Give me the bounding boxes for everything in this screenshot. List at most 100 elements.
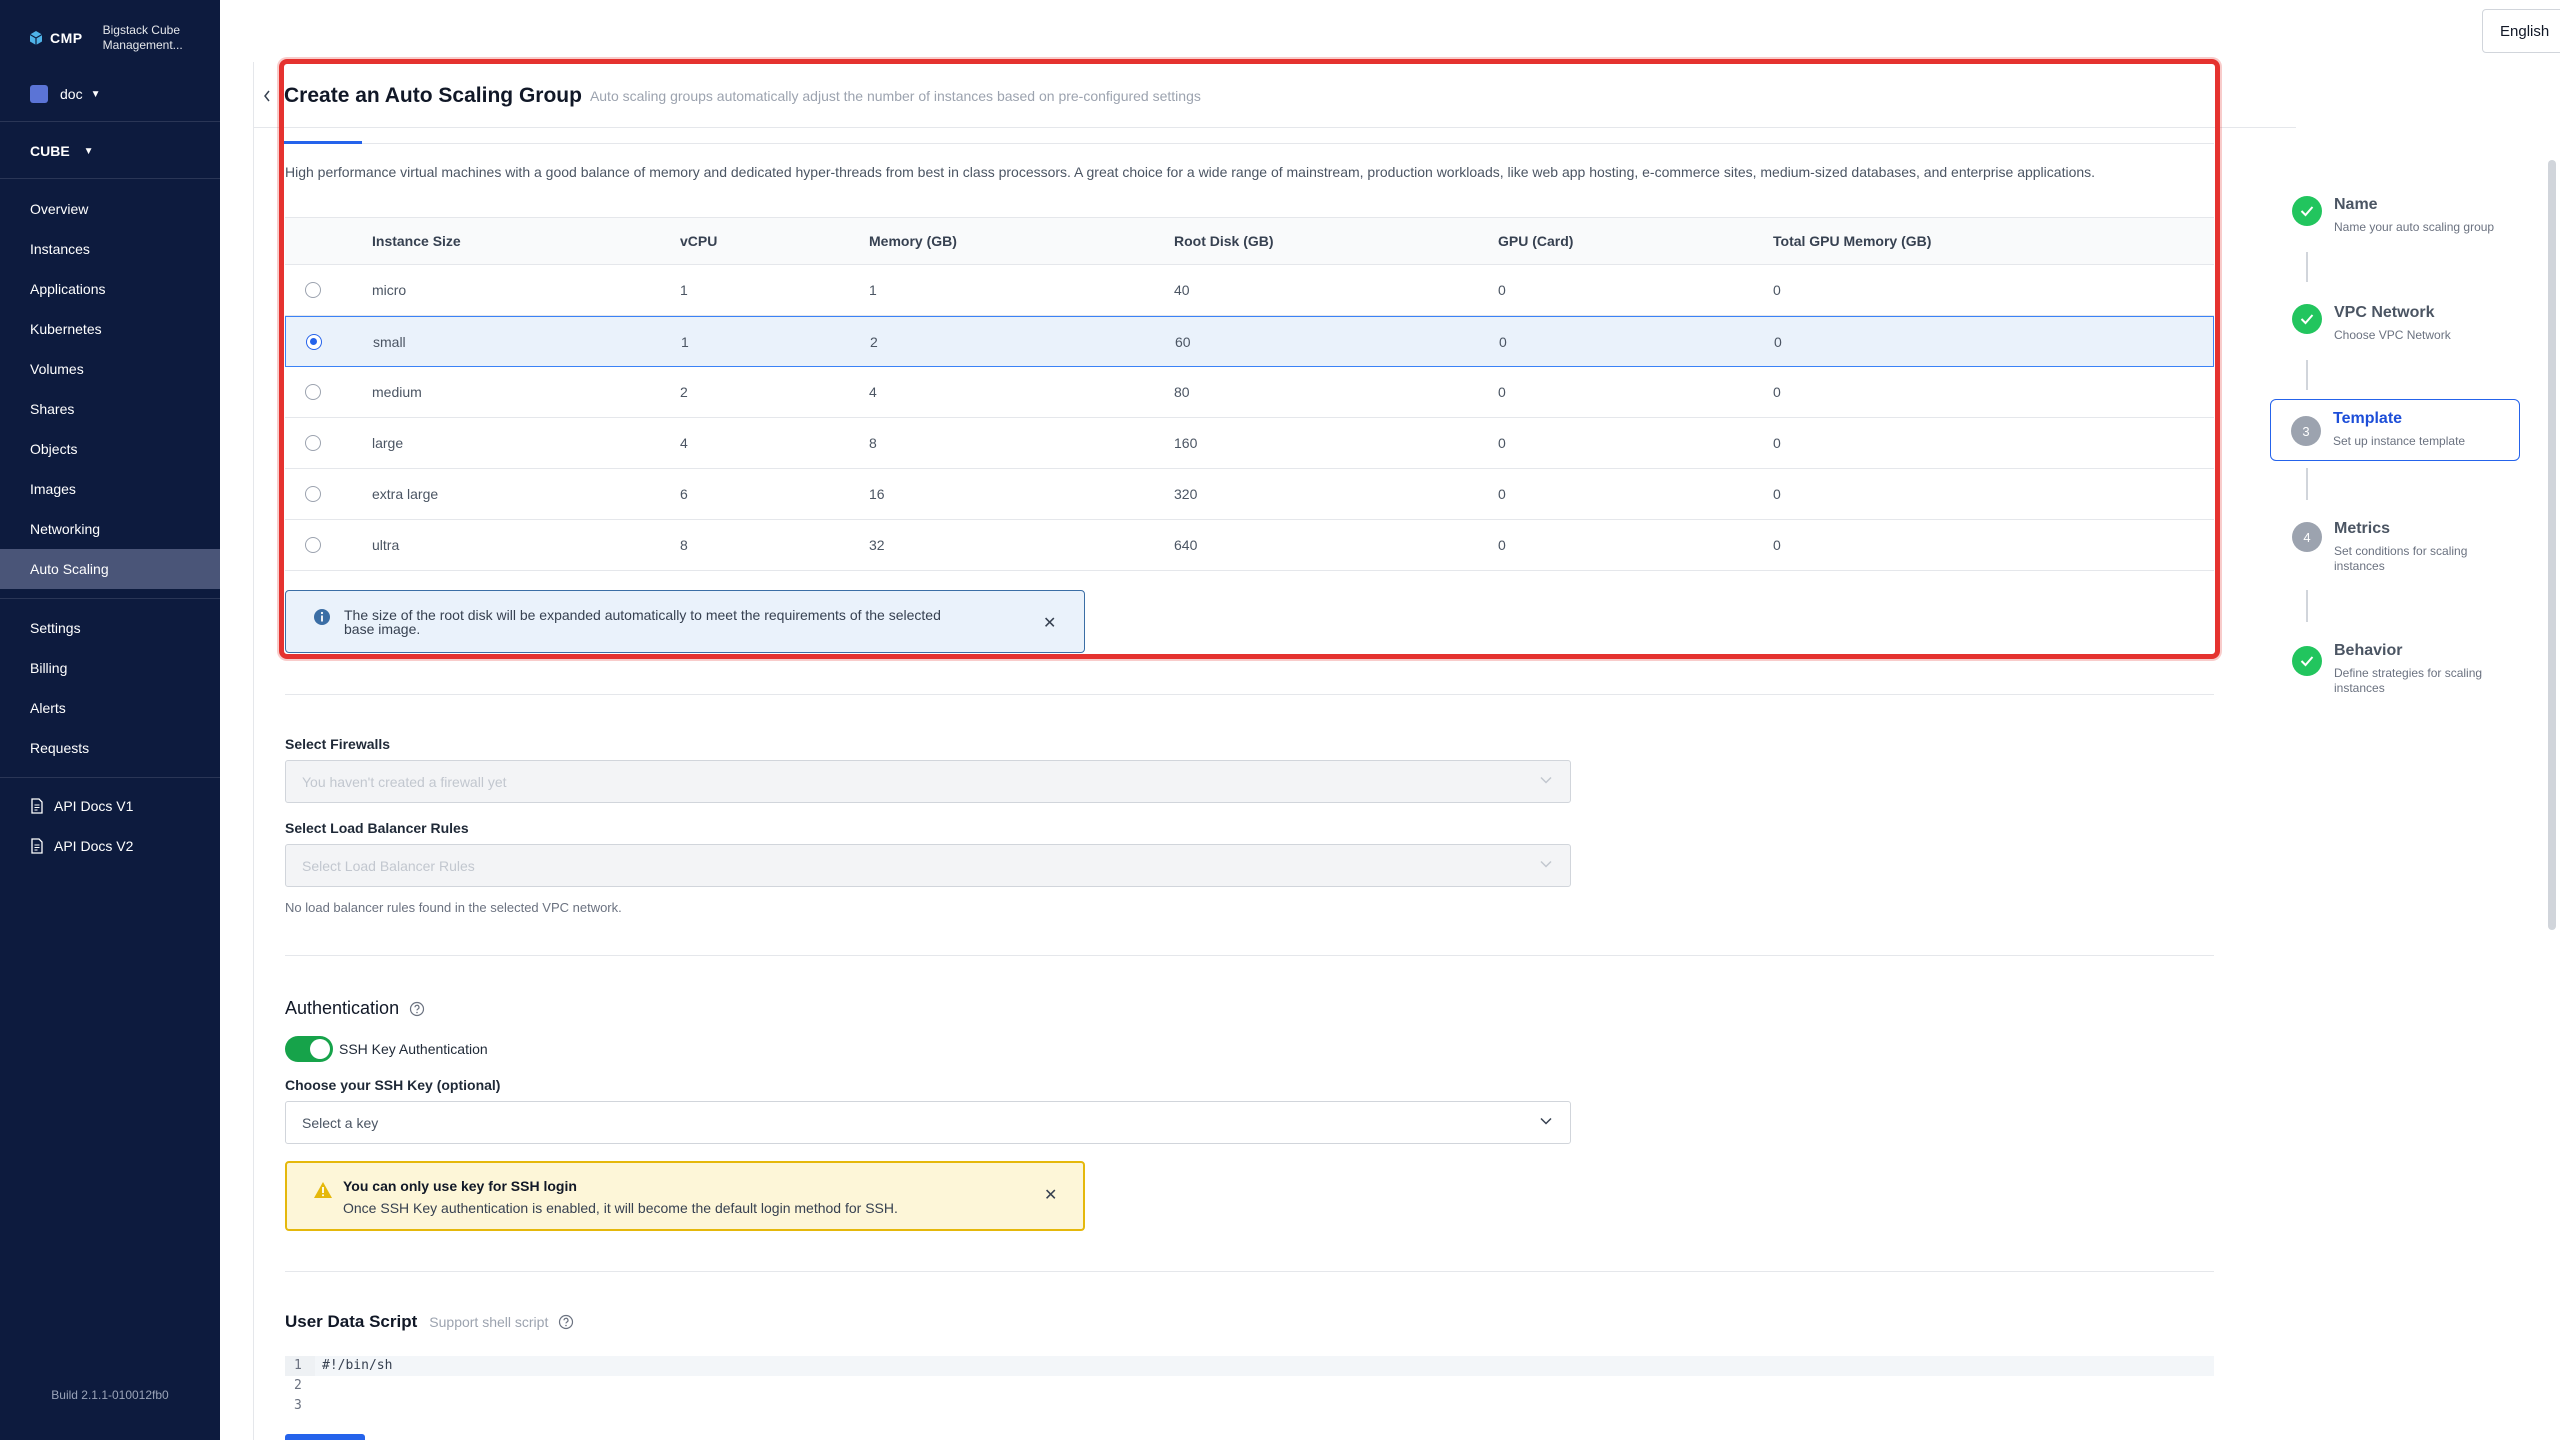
cell-root-disk: 160: [1174, 435, 1198, 451]
table-row[interactable]: ultra 8 32 640 0 0: [285, 520, 2214, 571]
template-description: High performance virtual machines with a…: [285, 164, 2096, 180]
build-version: Build 2.1.1-010012fb0: [51, 1388, 169, 1402]
help-icon[interactable]: [409, 1001, 425, 1017]
column-header: GPU (Card): [1498, 233, 1574, 249]
user-data-title: User Data Script: [285, 1312, 418, 1331]
sidebar-item-volumes[interactable]: Volumes: [0, 349, 220, 389]
document-icon: [31, 838, 43, 854]
close-icon[interactable]: ✕: [1043, 613, 1056, 633]
ssh-key-select[interactable]: Select a key: [285, 1101, 1571, 1144]
column-header: vCPU: [680, 233, 718, 249]
sidebar-section-cube[interactable]: CUBE ▼: [30, 140, 94, 162]
sidebar-item-networking[interactable]: Networking: [0, 509, 220, 549]
cell-size: large: [372, 435, 404, 451]
row-radio[interactable]: [305, 282, 321, 298]
step-connector: [2306, 590, 2308, 622]
lb-rules-placeholder: Select Load Balancer Rules: [302, 857, 475, 874]
project-switcher[interactable]: doc ▼: [30, 82, 100, 106]
cell-memory: 2: [870, 333, 878, 350]
column-header: Instance Size: [372, 233, 461, 249]
cell-vcpu: 4: [680, 435, 688, 451]
sidebar-item-settings[interactable]: Settings: [0, 608, 220, 648]
authentication-heading: Authentication: [285, 998, 425, 1019]
table-row[interactable]: extra large 6 16 320 0 0: [285, 469, 2214, 520]
sidebar-item-objects[interactable]: Objects: [0, 429, 220, 469]
cell-total-gpu-memory: 0: [1773, 486, 1781, 502]
cell-size: small: [373, 333, 406, 350]
step-template[interactable]: 3 Template Set up instance template: [2270, 399, 2520, 461]
sidebar: CMP Bigstack Cube Management... doc ▼ CU…: [0, 0, 220, 1440]
page-scrollbar[interactable]: [2548, 160, 2556, 930]
cell-memory: 8: [869, 435, 877, 451]
sidebar-item-kubernetes[interactable]: Kubernetes: [0, 309, 220, 349]
sidebar-item-instances[interactable]: Instances: [0, 229, 220, 269]
ssh-key-label: Choose your SSH Key (optional): [285, 1077, 501, 1093]
step-title: Name: [2334, 196, 2378, 213]
project-color-icon: [30, 85, 48, 103]
cell-gpu: 0: [1498, 435, 1506, 451]
sidebar-divider: [0, 598, 220, 599]
sidebar-item-alerts[interactable]: Alerts: [0, 688, 220, 728]
table-row[interactable]: micro 1 1 40 0 0: [285, 265, 2214, 316]
brand[interactable]: CMP Bigstack Cube Management...: [28, 18, 203, 58]
firewalls-label: Select Firewalls: [285, 736, 391, 752]
page-subtitle: Auto scaling groups automatically adjust…: [589, 88, 1201, 104]
language-select[interactable]: English: [2482, 9, 2560, 53]
row-radio[interactable]: [306, 333, 322, 350]
row-radio[interactable]: [305, 435, 321, 451]
caret-down-icon: ▼: [90, 88, 101, 100]
cell-root-disk: 320: [1174, 486, 1198, 502]
sidebar-item-applications[interactable]: Applications: [0, 269, 220, 309]
user-data-editor[interactable]: 1 2 3 #!/bin/sh: [285, 1356, 2214, 1416]
sidebar-divider: [0, 121, 220, 122]
sidebar-item-label: Images: [30, 481, 76, 497]
back-arrow-icon[interactable]: [262, 88, 272, 104]
brand-logo-text: CMP: [50, 30, 83, 46]
cell-total-gpu-memory: 0: [1773, 537, 1781, 553]
sidebar-item-images[interactable]: Images: [0, 469, 220, 509]
sidebar-item-api-docs-v1[interactable]: API Docs V1: [0, 786, 220, 826]
cell-gpu: 0: [1498, 282, 1506, 298]
ssh-warning-alert: You can only use key for SSH login Once …: [285, 1161, 1085, 1231]
root-disk-info-alert: The size of the root disk will be expand…: [285, 590, 1085, 653]
code-line[interactable]: #!/bin/sh: [315, 1356, 2214, 1376]
table-row[interactable]: large 4 8 160 0 0: [285, 418, 2214, 469]
help-icon[interactable]: [558, 1314, 574, 1330]
sidebar-item-label: API Docs V2: [54, 838, 134, 854]
partial-primary-button[interactable]: [285, 1434, 365, 1440]
caret-down-icon: ▼: [83, 145, 94, 157]
user-data-heading: User Data Script Support shell script: [285, 1312, 574, 1332]
firewalls-select[interactable]: You haven't created a firewall yet: [285, 760, 1571, 803]
sidebar-item-billing[interactable]: Billing: [0, 648, 220, 688]
table-row[interactable]: medium 2 4 80 0 0: [285, 367, 2214, 418]
sidebar-item-auto-scaling[interactable]: Auto Scaling: [0, 549, 220, 589]
row-radio[interactable]: [305, 537, 321, 553]
sidebar-item-shares[interactable]: Shares: [0, 389, 220, 429]
cell-size: ultra: [372, 537, 400, 553]
cell-vcpu: 8: [680, 537, 688, 553]
cell-root-disk: 80: [1174, 384, 1190, 400]
cell-memory: 16: [869, 486, 885, 502]
lb-rules-hint: No load balancer rules found in the sele…: [285, 900, 622, 915]
row-radio[interactable]: [305, 384, 321, 400]
close-icon[interactable]: ✕: [1044, 1185, 1057, 1205]
page-title: Create an Auto Scaling Group: [284, 84, 582, 107]
sidebar-item-requests[interactable]: Requests: [0, 728, 220, 768]
sidebar-item-label: Volumes: [30, 361, 84, 377]
cell-gpu: 0: [1498, 486, 1506, 502]
sidebar-item-api-docs-v2[interactable]: API Docs V2: [0, 826, 220, 866]
sidebar-item-label: Networking: [30, 521, 101, 537]
row-radio[interactable]: [305, 486, 321, 502]
cell-vcpu: 1: [681, 333, 689, 350]
document-icon: [31, 798, 43, 814]
lb-rules-select[interactable]: Select Load Balancer Rules: [285, 844, 1571, 887]
ssh-key-toggle[interactable]: [285, 1036, 333, 1062]
table-row-selected[interactable]: small 1 2 60 0 0: [285, 316, 2214, 367]
sidebar-item-label: Instances: [30, 241, 90, 257]
sidebar-item-label: Shares: [30, 401, 75, 417]
cell-memory: 1: [869, 282, 877, 298]
cell-vcpu: 1: [680, 282, 688, 298]
cell-memory: 32: [869, 537, 885, 553]
sidebar-item-overview[interactable]: Overview: [0, 189, 220, 229]
header-divider: [254, 127, 2296, 128]
